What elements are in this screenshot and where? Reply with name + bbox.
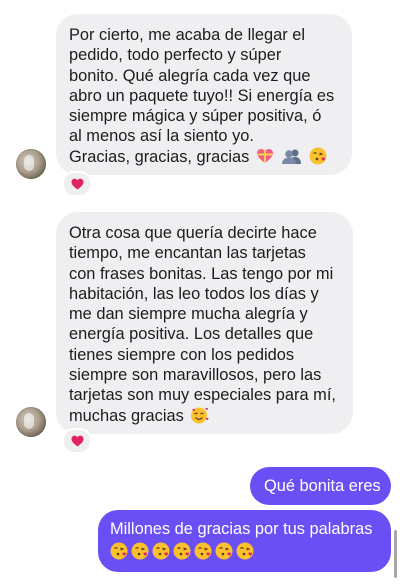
message-text-line: tarjetas son muy especiales para mí, — [69, 386, 336, 405]
message-text-line: pedido, todo perfecto y súper — [69, 46, 282, 65]
contact-avatar[interactable] — [16, 149, 46, 179]
contact-avatar[interactable] — [16, 407, 46, 437]
message-text-line: tiempo, me encantan las tarjetas — [69, 244, 306, 263]
face-blowing-kiss-emoji-icon — [309, 147, 327, 165]
red-heart-icon — [71, 178, 83, 190]
message-text-line-with-emojis: Gracias, gracias, gracias — [69, 147, 340, 167]
message-text-line: abro un paquete tuyo!! Si energía es — [69, 86, 335, 105]
message-text-line: siempre son maravillosos, pero las — [69, 366, 322, 385]
red-heart-icon — [71, 435, 83, 447]
message-text-line: energía positiva. Los detalles que — [69, 325, 314, 344]
message-text-line-with-emoji: muchas gracias — [69, 406, 341, 426]
message-text-line: muchas gracias — [69, 406, 184, 425]
kiss-emoji-row — [110, 542, 379, 560]
face-blowing-kiss-emoji-icon — [131, 542, 149, 560]
face-blowing-kiss-emoji-icon — [152, 542, 170, 560]
outgoing-message-bubble-1[interactable]: Qué bonita eres — [250, 467, 391, 505]
incoming-message-bubble-1[interactable]: Por cierto, me acaba de llegar el pedido… — [56, 14, 352, 175]
face-blowing-kiss-emoji-icon — [110, 542, 128, 560]
heart-gift-emoji-icon — [256, 148, 273, 163]
message-text-line: bonito. Qué alegría cada vez que — [69, 66, 311, 85]
busts-emoji-icon — [281, 149, 301, 164]
message-text-line: Gracias, gracias, gracias — [69, 147, 250, 166]
incoming-message-bubble-2[interactable]: Otra cosa que quería decirte hace tiempo… — [56, 212, 353, 434]
smiling-face-with-hearts-emoji-icon — [191, 407, 209, 424]
message-text-line: siempre mágica y súper positiva, ó — [69, 107, 322, 126]
scrollbar[interactable] — [394, 530, 397, 578]
message-text-line: Qué bonita eres — [264, 477, 381, 495]
message-text-line: Por cierto, me acaba de llegar el — [69, 26, 305, 44]
face-blowing-kiss-emoji-icon — [194, 542, 212, 560]
heart-reaction-badge[interactable] — [62, 171, 92, 197]
message-text-line: habitación, las leo todos los días y — [69, 284, 319, 303]
outgoing-message-bubble-2[interactable]: Millones de gracias por tus palabras — [98, 510, 391, 572]
message-text-line: me dan siempre mucha alegría y — [69, 305, 308, 324]
message-text-line: Otra cosa que quería decirte hace — [69, 224, 317, 242]
heart-reaction-badge[interactable] — [62, 428, 92, 454]
message-text-line: al menos así la siento yo. — [69, 127, 254, 146]
face-blowing-kiss-emoji-icon — [173, 542, 191, 560]
message-text-line: Millones de gracias por tus palabras — [110, 520, 373, 538]
face-blowing-kiss-emoji-icon — [236, 542, 254, 560]
message-text-line: tienes siempre con los pedidos — [69, 345, 295, 364]
face-blowing-kiss-emoji-icon — [215, 542, 233, 560]
message-text-line: con frases bonitas. Las tengo por mi — [69, 264, 334, 283]
